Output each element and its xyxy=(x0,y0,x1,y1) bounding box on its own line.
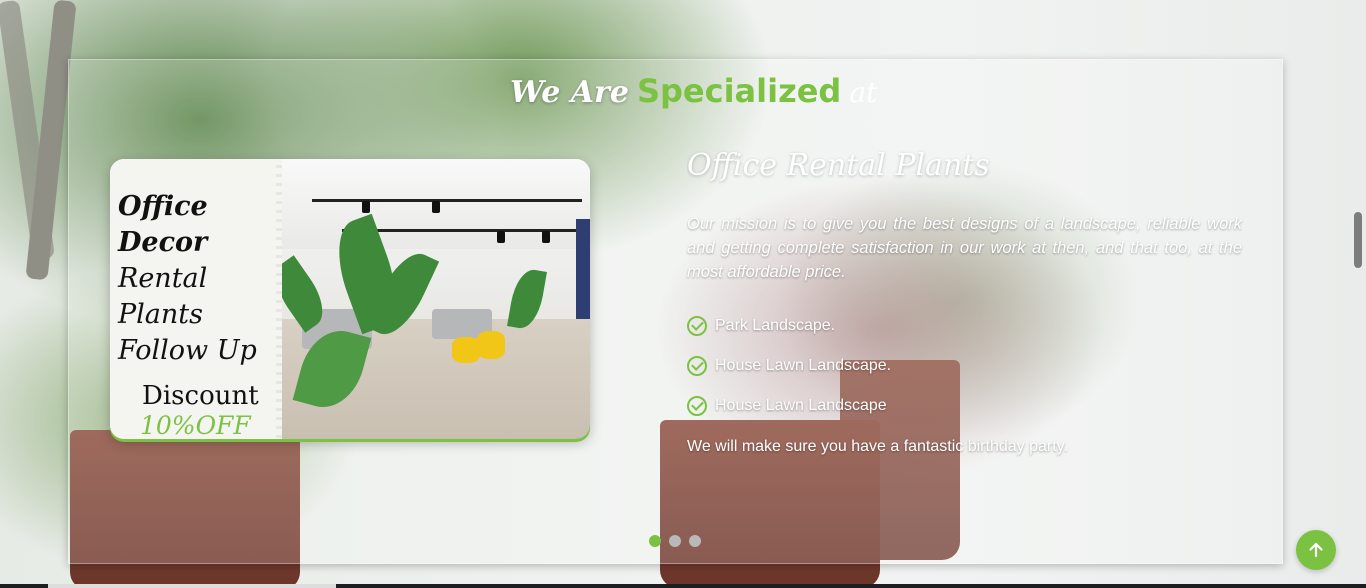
discount-value: 10%OFF xyxy=(140,411,251,439)
slide-mission: Our mission is to give you the best desi… xyxy=(687,215,1242,281)
slide-title: Office Rental Plants xyxy=(687,148,990,183)
heading-tail: at xyxy=(849,76,878,109)
office-photo xyxy=(282,159,590,439)
next-section-segment xyxy=(48,584,336,588)
photo-lamp xyxy=(432,201,440,213)
slide-content: Office Rental Plants Our mission is to g… xyxy=(687,148,1242,456)
list-item: House Lawn Landscape xyxy=(687,386,1242,426)
feature-label: House Lawn Landscape xyxy=(715,397,887,414)
promo-line: Office Decor xyxy=(118,191,208,258)
carousel-dot-1[interactable] xyxy=(649,535,661,547)
feature-label: Park Landscape. xyxy=(715,317,836,334)
promo-line: Rental xyxy=(118,263,208,294)
slide-footer-text: We will make sure you have a fantastic b… xyxy=(687,438,1068,455)
list-item: House Lawn Landscape. xyxy=(687,346,1242,386)
list-item: Park Landscape. xyxy=(687,306,1242,346)
carousel-dot-2[interactable] xyxy=(669,535,681,547)
promo-line: Follow Up xyxy=(118,335,257,366)
photo-pouf xyxy=(477,331,505,359)
feature-list: Park Landscape. House Lawn Landscape. Ho… xyxy=(687,306,1242,426)
next-section-edge xyxy=(0,584,1366,588)
check-circle-icon xyxy=(687,316,707,336)
discount-label: Discount xyxy=(142,381,259,411)
photo-lamp xyxy=(497,231,505,243)
check-circle-icon xyxy=(687,396,707,416)
promo-image: Office Decor Rental Plants Follow Up Dis… xyxy=(110,159,590,439)
page-scrollbar-thumb[interactable] xyxy=(1354,212,1362,268)
photo-beam xyxy=(312,199,582,202)
heading-script: We Are xyxy=(510,75,629,110)
heading-accent: Specialized xyxy=(636,72,842,110)
carousel-dots xyxy=(649,535,701,547)
promo-line: Plants xyxy=(118,299,203,330)
feature-label: House Lawn Landscape. xyxy=(715,357,892,374)
carousel-dot-3[interactable] xyxy=(689,535,701,547)
section-heading: We Are Specialized at xyxy=(510,72,877,116)
promo-text-card: Office Decor Rental Plants Follow Up Dis… xyxy=(110,159,288,439)
arrow-up-icon xyxy=(1309,542,1323,558)
check-circle-icon xyxy=(687,356,707,376)
photo-lamp xyxy=(542,231,550,243)
photo-pouf xyxy=(452,337,480,363)
photo-lamp xyxy=(362,201,370,213)
back-to-top-button[interactable] xyxy=(1296,530,1336,570)
